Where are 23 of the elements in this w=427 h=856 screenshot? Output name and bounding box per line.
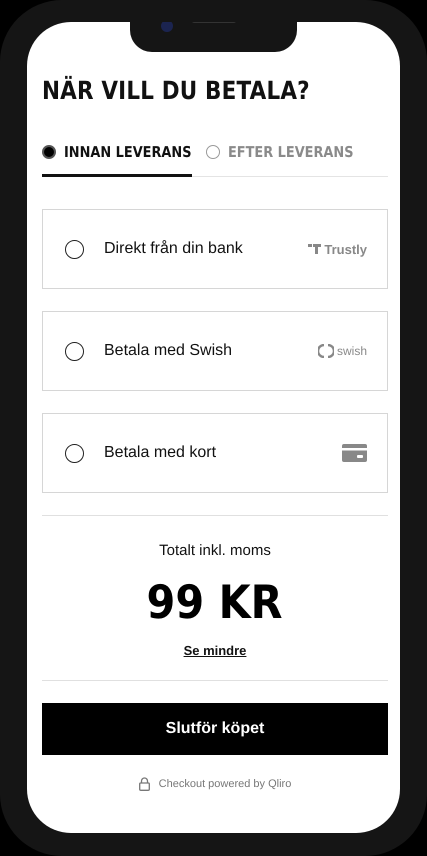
trustly-mark-icon: [308, 244, 322, 254]
payment-option-label: Betala med kort: [104, 444, 218, 462]
payment-option[interactable]: Direkt från din bank Trustly: [42, 209, 388, 289]
page-title: NÄR VILL DU BETALA?: [42, 76, 311, 105]
payment-option[interactable]: Betala med Swish swish: [42, 311, 388, 391]
total-label: Totalt inkl. moms: [159, 542, 271, 559]
radio-button[interactable]: [65, 342, 84, 360]
credit-card-icon: [342, 444, 367, 462]
swish-mark-icon: [318, 344, 334, 358]
radio-button[interactable]: [65, 444, 84, 462]
swish-logo: swish: [318, 344, 367, 358]
payment-option[interactable]: Betala med kort: [42, 413, 388, 493]
footer-text: Checkout powered by Qliro: [158, 778, 292, 790]
payment-option-label: Direkt från din bank: [104, 240, 244, 258]
camera-icon: [161, 22, 173, 32]
radio-button[interactable]: [65, 240, 84, 258]
payment-timing-tab[interactable]: INNAN LEVERANS: [42, 143, 192, 177]
payment-option-label: Betala med Swish: [104, 342, 234, 360]
complete-purchase-button[interactable]: Slutför köpet: [42, 703, 388, 755]
trustly-logo: Trustly: [308, 242, 367, 256]
total-amount: 99 KR: [147, 575, 283, 629]
see-less-link[interactable]: Se mindre: [184, 643, 246, 658]
lock-icon: [138, 777, 150, 791]
